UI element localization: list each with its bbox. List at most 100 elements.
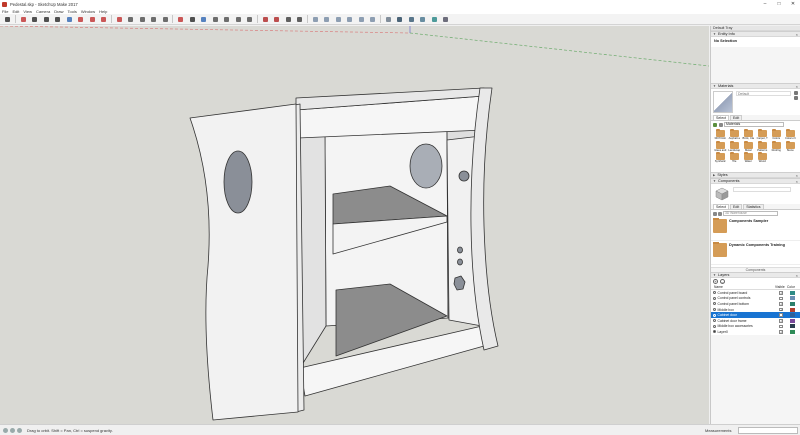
material-folder[interactable]: Asphalt a <box>728 129 741 140</box>
maximize-button[interactable]: □ <box>772 0 786 8</box>
home-icon[interactable] <box>713 122 717 127</box>
add-layer-button[interactable]: + <box>713 279 718 284</box>
table-row[interactable]: Middle box ✓ <box>711 307 800 313</box>
entity-info-header[interactable]: ▼ Entity Info × <box>711 31 800 37</box>
table-row[interactable]: Cabinet door <box>711 312 800 318</box>
move-icon[interactable] <box>76 15 85 24</box>
material-folder[interactable]: Glass and <box>714 140 727 152</box>
layer-color-swatch[interactable] <box>789 318 795 323</box>
components-search-input[interactable]: 3D Warehouse <box>723 211 778 216</box>
material-folder[interactable]: Roofing <box>770 140 783 152</box>
visible-checkbox[interactable] <box>779 296 783 301</box>
rectangle-icon[interactable] <box>53 15 62 24</box>
select-icon[interactable] <box>3 15 12 24</box>
material-folder[interactable]: Carpet, T <box>756 129 769 140</box>
shaded-textures-icon[interactable] <box>430 15 439 24</box>
table-row[interactable]: Cabinet door frame ✓ <box>711 318 800 324</box>
active-layer-radio[interactable] <box>713 324 716 328</box>
active-layer-radio[interactable] <box>713 330 716 334</box>
menu-tools[interactable]: Tools <box>68 9 77 14</box>
push-pull-icon[interactable] <box>65 15 74 24</box>
material-folder[interactable]: Colors <box>770 129 783 140</box>
layer-color-swatch[interactable] <box>789 313 795 318</box>
arc-icon[interactable] <box>42 15 51 24</box>
measurements-input[interactable] <box>738 427 798 434</box>
visible-checkbox[interactable]: ✓ <box>779 330 783 334</box>
text-icon[interactable] <box>161 15 170 24</box>
layout-icon[interactable] <box>284 15 293 24</box>
scale-icon[interactable] <box>99 15 108 24</box>
materials-tab-select[interactable]: Select <box>713 115 729 120</box>
xray-icon[interactable] <box>384 15 393 24</box>
protractor-icon[interactable] <box>149 15 158 24</box>
extension-warehouse-icon[interactable] <box>272 15 281 24</box>
menu-file[interactable]: File <box>2 9 8 14</box>
menu-edit[interactable]: Edit <box>12 9 19 14</box>
list-item[interactable]: Components Sampler <box>711 217 800 241</box>
visible-checkbox[interactable] <box>779 313 783 317</box>
visible-checkbox[interactable]: ✓ <box>779 302 783 306</box>
components-tab-statistics[interactable]: Statistics <box>743 204 764 209</box>
active-layer-radio[interactable] <box>713 302 716 306</box>
menu-draw[interactable]: Draw <box>54 9 63 14</box>
column-header[interactable]: Name <box>711 285 775 289</box>
close-icon[interactable]: × <box>796 173 798 178</box>
menu-window[interactable]: Window <box>81 9 95 14</box>
axes-icon[interactable] <box>176 15 185 24</box>
iso-view-icon[interactable] <box>311 15 320 24</box>
column-header[interactable]: Visible <box>775 285 787 289</box>
layer-color-swatch[interactable] <box>789 329 795 334</box>
minimize-button[interactable]: – <box>758 0 772 8</box>
table-row[interactable]: Control panel controls <box>711 296 800 302</box>
shaded-icon[interactable] <box>418 15 427 24</box>
user-icon[interactable] <box>17 427 22 433</box>
layers-header[interactable]: ▼ Layers × <box>711 272 800 278</box>
close-icon[interactable]: × <box>796 179 798 184</box>
material-folder[interactable]: Landscap <box>728 140 741 152</box>
active-layer-radio[interactable] <box>713 308 716 312</box>
menu-camera[interactable]: Camera <box>36 9 50 14</box>
table-row[interactable]: Control panel bottom ✓ <box>711 301 800 307</box>
components-tab-edit[interactable]: Edit <box>730 204 743 209</box>
top-view-icon[interactable] <box>322 15 331 24</box>
material-folder[interactable]: Colors-N <box>784 129 797 140</box>
collapse-icon[interactable]: ▼ <box>713 84 716 88</box>
components-tab-select[interactable]: Select <box>713 204 729 209</box>
close-icon[interactable]: × <box>796 84 798 89</box>
material-name-field[interactable]: Default <box>736 91 791 96</box>
material-folder[interactable]: Tile <box>728 152 741 163</box>
back-icon[interactable] <box>718 122 723 127</box>
create-material-icon[interactable] <box>794 96 798 100</box>
credits-icon[interactable] <box>10 427 15 433</box>
materials-tab-edit[interactable]: Edit <box>730 115 743 120</box>
eraser-icon[interactable] <box>19 15 28 24</box>
column-header[interactable]: Color <box>787 285 797 289</box>
offset-icon[interactable] <box>115 15 124 24</box>
visible-checkbox[interactable] <box>779 324 783 329</box>
list-item[interactable]: Dynamic Components Training <box>711 241 800 265</box>
3d-text-icon[interactable] <box>188 15 197 24</box>
zoom-window-icon[interactable] <box>234 15 243 24</box>
geo-location-icon[interactable] <box>3 427 8 433</box>
collapse-icon[interactable]: ▼ <box>713 32 716 36</box>
layer-color-swatch[interactable] <box>789 290 795 295</box>
zoom-icon[interactable] <box>222 15 231 24</box>
view-options-icon[interactable] <box>713 211 717 216</box>
left-view-icon[interactable] <box>368 15 377 24</box>
layer-color-swatch[interactable] <box>789 301 795 306</box>
paint-bucket-icon[interactable] <box>794 91 798 95</box>
active-layer-radio[interactable] <box>713 319 716 323</box>
dimension-icon[interactable] <box>138 15 147 24</box>
monochrome-icon[interactable] <box>441 15 450 24</box>
hidden-line-icon[interactable] <box>407 15 416 24</box>
layer-color-swatch[interactable] <box>789 307 795 312</box>
material-folder[interactable]: Synthetic <box>714 152 727 163</box>
wireframe-icon[interactable] <box>395 15 404 24</box>
table-row[interactable]: Control panel board ✓ <box>711 290 800 296</box>
close-icon[interactable]: × <box>796 273 798 278</box>
material-folder[interactable]: Brick, Cla <box>742 129 755 140</box>
tape-measure-icon[interactable] <box>126 15 135 24</box>
expand-icon[interactable]: ▶ <box>713 173 715 177</box>
home-icon[interactable] <box>718 211 722 216</box>
material-folder[interactable]: Wood <box>756 152 769 163</box>
